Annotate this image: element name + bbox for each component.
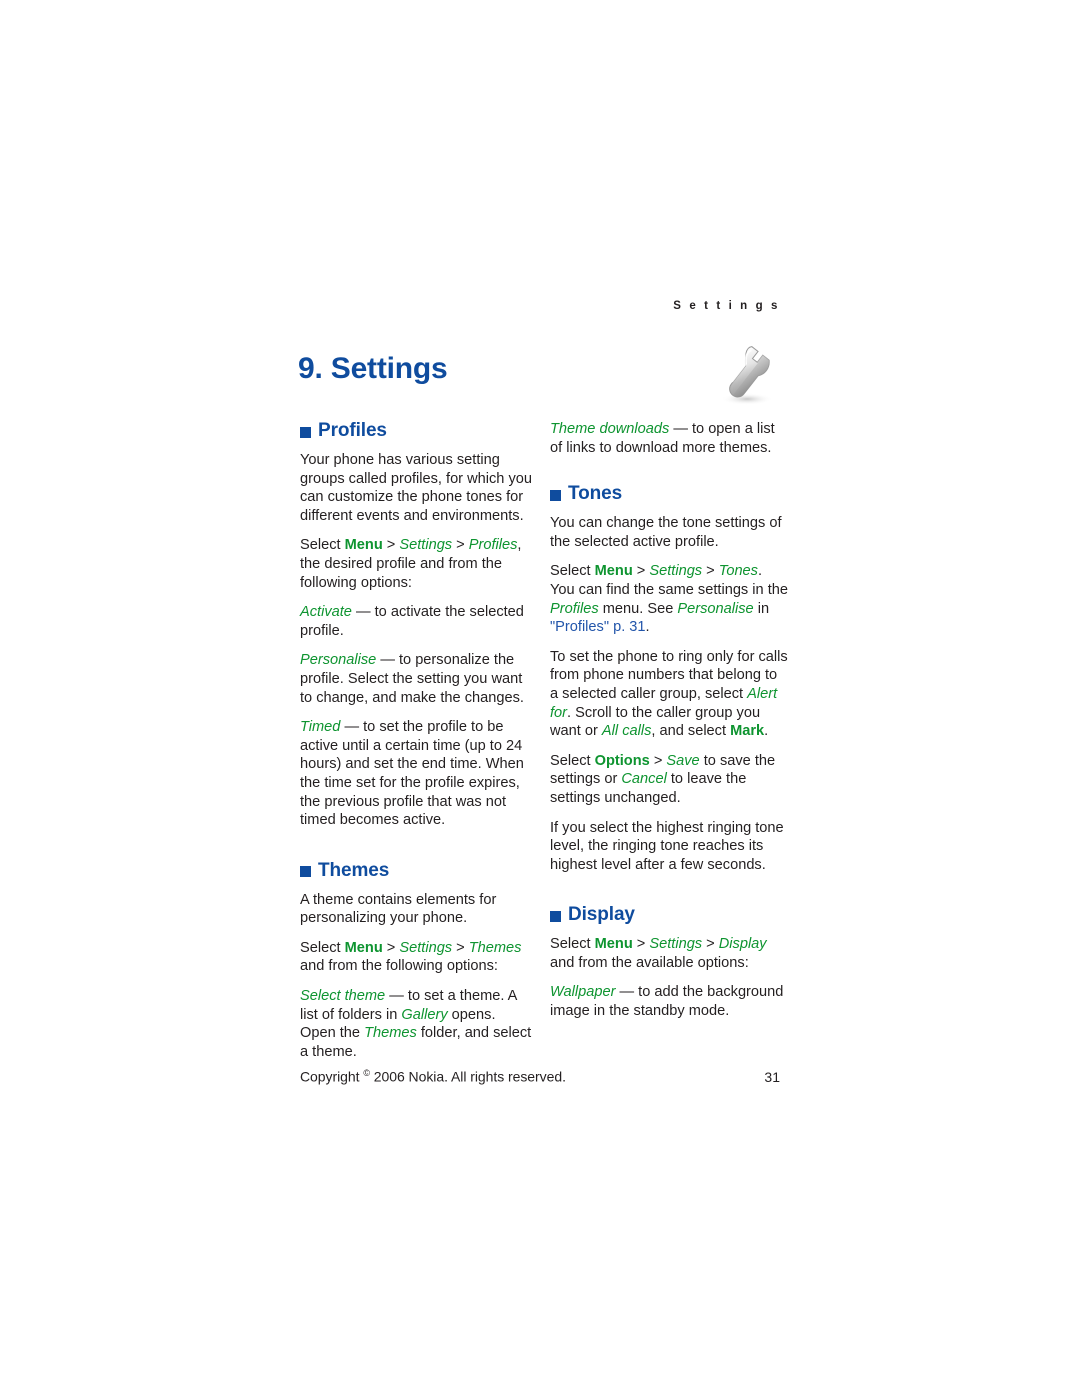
text-run: Select [300, 537, 345, 554]
text-run: You can change the tone settings of the … [550, 515, 782, 550]
paragraph: If you select the highest ringing tone l… [550, 819, 788, 875]
menu-term: Options [594, 752, 650, 769]
option-term: Theme downloads [550, 421, 670, 437]
menu-term: Mark [730, 723, 765, 740]
square-bullet-icon [550, 489, 561, 501]
paragraph: Select Menu > Settings > Display and fro… [550, 935, 788, 972]
copyright-symbol: © [363, 1068, 370, 1078]
text-run: If you select the highest ringing tone l… [550, 819, 784, 873]
section-heading-tones: Tones [550, 483, 788, 505]
text-run: . [645, 619, 650, 636]
option-term: Cancel [621, 771, 667, 788]
text-run: Select [550, 936, 595, 953]
menu-term: Display [718, 936, 767, 953]
paragraph: Theme downloads — to open a list of link… [550, 420, 788, 457]
document-page: S e t t i n g s 9. Settings Profiles You… [0, 0, 1080, 1397]
paragraph: Personalise — to personalize the profile… [300, 651, 532, 707]
page-number: 31 [764, 1068, 780, 1085]
text-run: > [382, 939, 400, 956]
paragraph: Select Menu > Settings > Profiles, the d… [300, 536, 532, 592]
option-term: Timed [300, 719, 341, 736]
square-bullet-icon [550, 910, 561, 922]
option-term: All calls [601, 723, 652, 740]
square-bullet-icon [300, 866, 311, 878]
text-run: and from the available options: [550, 954, 749, 971]
option-term: Select theme [300, 988, 386, 1005]
section-heading-label: Tones [568, 483, 623, 505]
menu-term: Settings [649, 563, 703, 580]
text-run: > [632, 936, 650, 953]
paragraph: To set the phone to ring only for calls … [550, 648, 788, 741]
text-run: A theme contains elements for personaliz… [300, 891, 497, 927]
copyright-prefix: Copyright [300, 1068, 360, 1085]
section-heading-profiles: Profiles [300, 420, 532, 442]
text-run: and from the following options: [300, 958, 498, 975]
menu-term: Tones [718, 563, 758, 580]
running-header: S e t t i n g s [673, 300, 780, 312]
menu-term: Themes [364, 1025, 417, 1042]
paragraph: Activate — to activate the selected prof… [300, 603, 532, 640]
menu-term: Settings [399, 537, 453, 554]
text-run: Select [550, 752, 595, 769]
menu-term: Personalise [677, 600, 754, 617]
square-bullet-icon [300, 426, 311, 438]
cross-reference-link[interactable]: "Profiles" p. 31 [550, 619, 646, 635]
menu-term: Menu [594, 563, 633, 580]
option-term: Save [666, 752, 700, 769]
paragraph: Select Options > Save to save the settin… [550, 752, 788, 808]
menu-term: Gallery [401, 1006, 448, 1023]
section-heading-label: Themes [318, 859, 390, 881]
option-term: Wallpaper [550, 984, 616, 1001]
left-column: Profiles Your phone has various setting … [300, 420, 532, 1061]
option-term: Personalise [300, 652, 377, 669]
text-run: in [753, 600, 770, 617]
menu-term: Settings [649, 936, 703, 953]
menu-term: Menu [344, 939, 383, 956]
paragraph: Wallpaper — to add the background image … [550, 983, 788, 1020]
menu-term: Settings [399, 939, 453, 956]
copyright-notice: Copyright © 2006 Nokia. All rights reser… [300, 1068, 566, 1085]
section-heading-display: Display [550, 904, 788, 926]
text-run: > [452, 537, 469, 554]
wrench-icon [703, 341, 783, 411]
page-footer: Copyright © 2006 Nokia. All rights reser… [300, 1068, 780, 1085]
page-title: 9. Settings [298, 352, 448, 386]
menu-term: Profiles [468, 537, 518, 554]
text-run: > [649, 752, 667, 769]
menu-term: Profiles [550, 600, 599, 617]
paragraph: Timed — to set the profile to be active … [300, 718, 532, 830]
text-run: > [702, 563, 719, 580]
text-run: > [452, 939, 469, 956]
option-term: Activate [300, 604, 352, 621]
text-run: Select [550, 563, 595, 580]
paragraph: Select Menu > Settings > Themes and from… [300, 939, 532, 976]
text-run: > [702, 936, 719, 953]
copyright-text: 2006 Nokia. All rights reserved. [373, 1068, 566, 1085]
paragraph: Your phone has various setting groups ca… [300, 451, 532, 525]
menu-term: Menu [594, 936, 633, 953]
menu-term: Menu [344, 537, 383, 554]
paragraph: Select theme — to set a theme. A list of… [300, 987, 532, 1061]
right-column: Theme downloads — to open a list of link… [550, 420, 788, 1021]
text-run: Your phone has various setting groups ca… [300, 452, 532, 524]
paragraph: A theme contains elements for personaliz… [300, 891, 532, 928]
section-heading-themes: Themes [300, 860, 532, 882]
menu-term: Themes [468, 939, 522, 956]
text-run: Select [300, 939, 345, 956]
section-heading-label: Display [568, 904, 635, 926]
paragraph: You can change the tone settings of the … [550, 514, 788, 551]
text-run: > [382, 537, 400, 554]
paragraph: Select Menu > Settings > Tones. You can … [550, 562, 788, 636]
text-run: > [632, 563, 650, 580]
section-heading-label: Profiles [318, 420, 387, 441]
text-run: menu. See [598, 600, 678, 617]
text-run: , and select [651, 723, 731, 740]
text-run: . [764, 723, 769, 740]
text-run: — to set the profile to be active until … [300, 719, 524, 829]
